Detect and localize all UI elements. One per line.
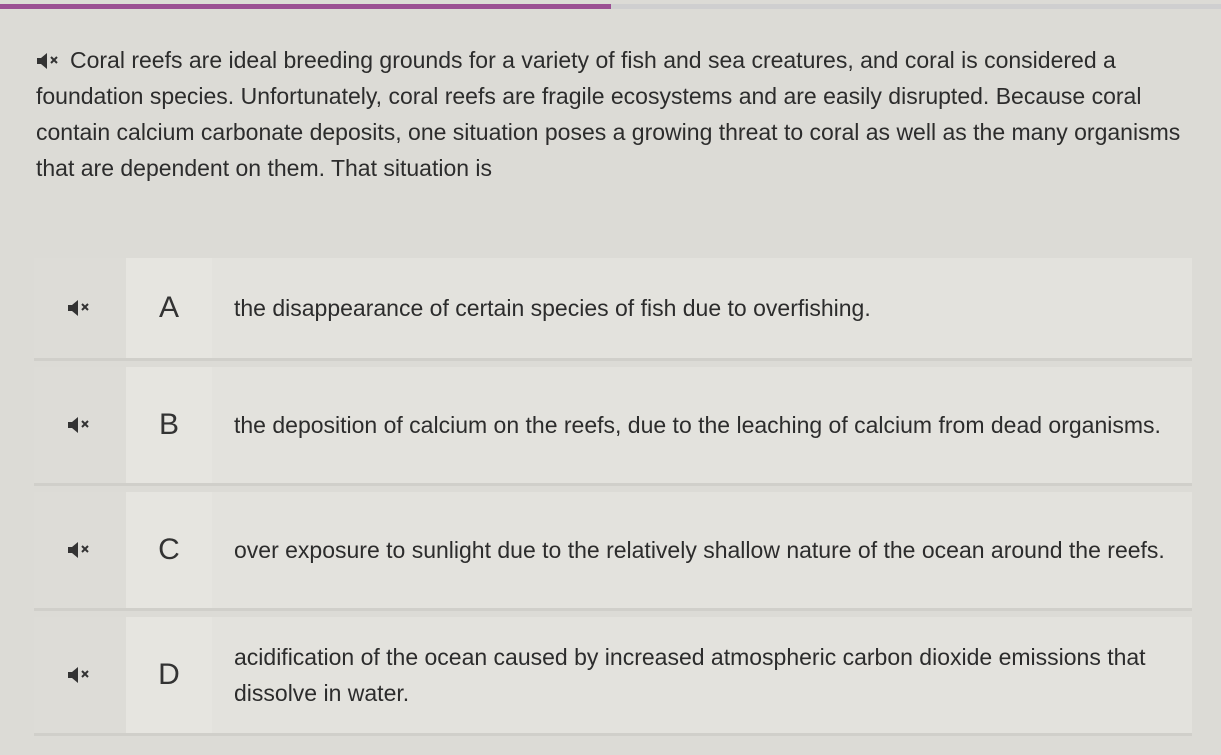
- option-d-text: acidification of the ocean caused by inc…: [234, 644, 1146, 706]
- option-b[interactable]: B the deposition of calcium on the reefs…: [34, 367, 1192, 486]
- option-c-text: over exposure to sunlight due to the rel…: [234, 537, 1165, 563]
- speaker-mute-icon[interactable]: [36, 51, 62, 71]
- progress-bar-fill: [0, 4, 611, 9]
- option-c-speaker-icon[interactable]: [34, 492, 126, 608]
- option-a-letter: A: [126, 258, 212, 358]
- option-d[interactable]: D acidification of the ocean caused by i…: [34, 617, 1192, 736]
- option-d-speaker-icon[interactable]: [34, 617, 126, 733]
- question-text: Coral reefs are ideal breeding grounds f…: [36, 47, 1181, 181]
- option-b-speaker-icon[interactable]: [34, 367, 126, 483]
- option-b-letter: B: [126, 367, 212, 483]
- question-stem: Coral reefs are ideal breeding grounds f…: [36, 42, 1196, 186]
- option-c-letter: C: [126, 492, 212, 608]
- option-b-text: the deposition of calcium on the reefs, …: [234, 412, 1161, 438]
- option-d-letter: D: [126, 617, 212, 733]
- progress-bar: [0, 4, 1221, 9]
- option-c[interactable]: C over exposure to sunlight due to the r…: [34, 492, 1192, 611]
- option-a[interactable]: A the disappearance of certain species o…: [34, 258, 1192, 361]
- answer-options: A the disappearance of certain species o…: [34, 258, 1192, 742]
- option-a-speaker-icon[interactable]: [34, 258, 126, 358]
- option-a-text: the disappearance of certain species of …: [234, 295, 871, 321]
